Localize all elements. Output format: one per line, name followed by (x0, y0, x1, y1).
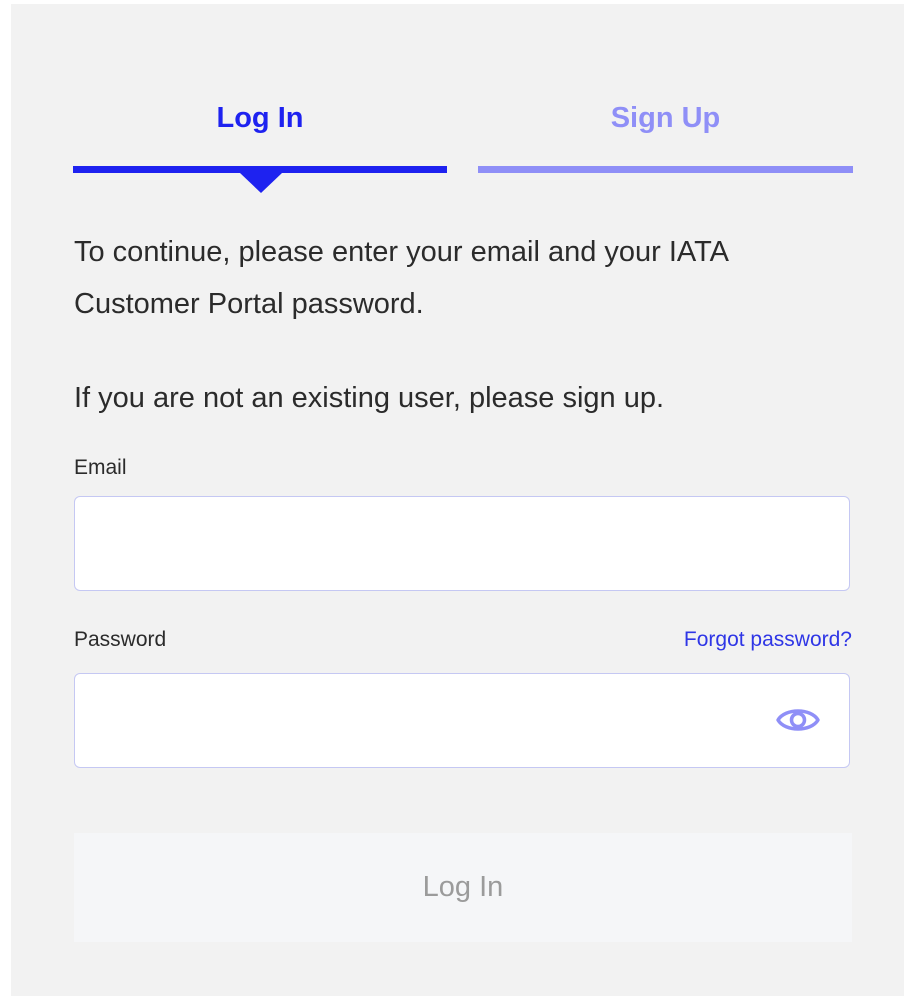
intro-text: To continue, please enter your email and… (74, 236, 728, 320)
email-label: Email (74, 456, 127, 479)
password-field[interactable] (74, 673, 850, 768)
auth-tabs: Log In Sign Up (73, 94, 853, 194)
tab-login-underline (73, 166, 447, 173)
password-label: Password (74, 628, 167, 651)
login-button[interactable]: Log In (74, 833, 852, 942)
tab-signup[interactable]: Sign Up (478, 94, 853, 174)
email-field[interactable] (74, 496, 850, 591)
tab-login[interactable]: Log In (73, 94, 447, 193)
signup-hint-text: If you are not an existing user, please … (74, 382, 665, 414)
login-panel: Log In Sign Up To continue, please enter… (11, 4, 904, 996)
forgot-password-link[interactable]: Forgot password? (684, 628, 852, 652)
tab-login-label: Log In (216, 102, 304, 134)
tab-signup-underline (478, 166, 853, 173)
active-tab-caret-icon (240, 173, 282, 193)
eye-icon[interactable] (775, 701, 821, 739)
tab-signup-label: Sign Up (610, 102, 721, 134)
